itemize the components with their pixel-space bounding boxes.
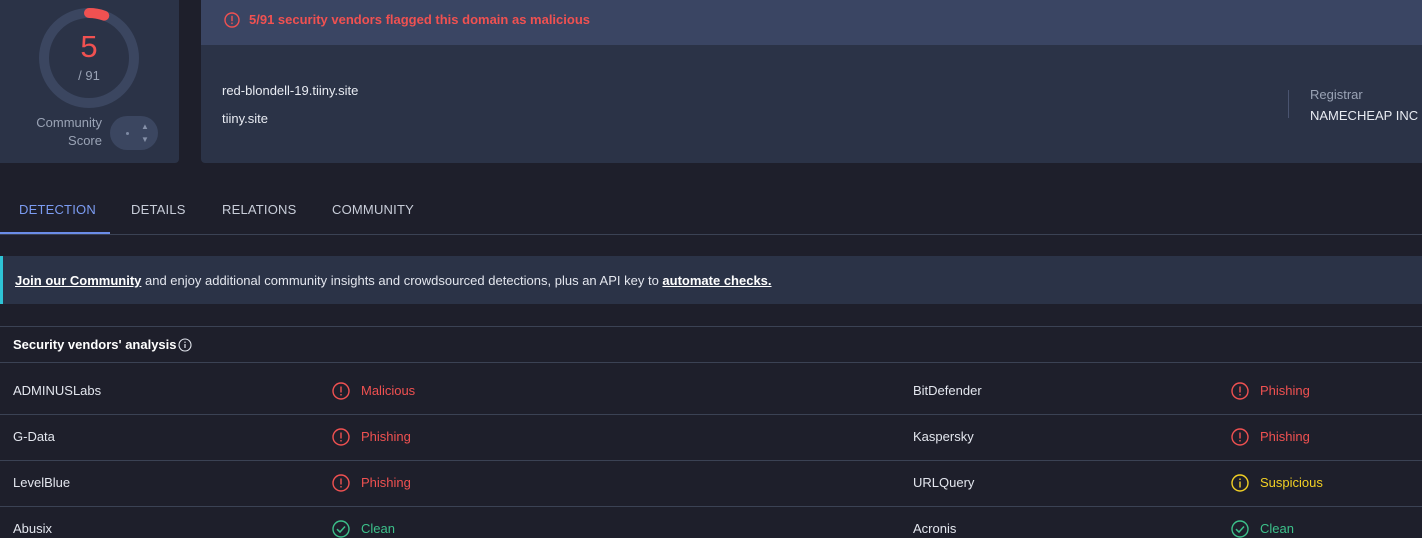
tabs-divider: [0, 234, 1422, 235]
automate-checks-link[interactable]: automate checks.: [662, 273, 771, 288]
community-score-label: Community Score: [20, 114, 102, 150]
row-divider: [0, 414, 1422, 415]
tab-details[interactable]: DETAILS: [131, 202, 186, 217]
alert-circle-icon: [1231, 382, 1249, 400]
vendor-name: URLQuery: [913, 475, 975, 490]
check-circle-icon: [1231, 520, 1249, 538]
vendor-name: ADMINUSLabs: [13, 383, 102, 398]
vendor-total: / 91: [78, 68, 100, 83]
alert-circle-icon: [224, 12, 240, 28]
vote-arrows-icon[interactable]: ▲ ▼: [140, 120, 150, 146]
row-divider: [0, 460, 1422, 461]
vendor-verdict: Malicious: [361, 383, 416, 398]
vendor-verdict: Suspicious: [1260, 475, 1323, 490]
info-circle-icon: [1231, 474, 1249, 492]
vendor-verdict: Phishing: [361, 475, 411, 490]
domain-name[interactable]: red-blondell-19.tiiny.site: [222, 83, 358, 98]
registrar-value: NAMECHEAP INC: [1310, 108, 1419, 123]
vendors-header-divider: [0, 362, 1422, 363]
alert-circle-icon: [1231, 428, 1249, 446]
vendor-verdict: Clean: [361, 521, 395, 536]
vendors-top-divider: [0, 326, 1422, 327]
vendor-verdict: Clean: [1260, 521, 1294, 536]
tab-relations[interactable]: RELATIONS: [222, 202, 297, 217]
community-vote-button[interactable]: [110, 116, 158, 150]
detection-count: 5: [80, 29, 98, 64]
alert-circle-icon: [332, 428, 350, 446]
info-icon[interactable]: [178, 338, 192, 352]
tab-community[interactable]: COMMUNITY: [332, 202, 414, 217]
vote-dot-icon: [126, 132, 129, 135]
parent-domain[interactable]: tiiny.site: [222, 111, 268, 126]
vendor-verdict: Phishing: [361, 429, 411, 444]
row-divider: [0, 506, 1422, 507]
vendor-name: Kaspersky: [913, 429, 974, 444]
banner-accent: [0, 256, 3, 304]
vendor-name: Abusix: [13, 521, 53, 536]
community-score-label-line1: Community: [36, 115, 102, 130]
banner-middle-text: and enjoy additional community insights …: [141, 273, 663, 288]
vendor-name: BitDefender: [913, 383, 982, 398]
vendors-analysis-title: Security vendors' analysis: [13, 337, 177, 352]
join-community-link[interactable]: Join our Community: [15, 273, 141, 288]
check-circle-icon: [332, 520, 350, 538]
vendor-name: G-Data: [13, 429, 55, 444]
vendor-name: Acronis: [913, 521, 957, 536]
registrar-label: Registrar: [1310, 87, 1363, 102]
detection-alert-text: 5/91 security vendors flagged this domai…: [249, 12, 591, 27]
vendor-verdict: Phishing: [1260, 383, 1310, 398]
registrar-divider: [1288, 90, 1289, 118]
vendor-verdict: Phishing: [1260, 429, 1310, 444]
community-score-label-line2: Score: [68, 133, 102, 148]
alert-circle-icon: [332, 474, 350, 492]
vendor-name: LevelBlue: [13, 475, 71, 490]
active-tab-indicator: [0, 232, 110, 234]
alert-circle-icon: [332, 382, 350, 400]
tab-detection[interactable]: DETECTION: [19, 202, 96, 217]
community-banner-text: Join our Community and enjoy additional …: [15, 273, 772, 289]
